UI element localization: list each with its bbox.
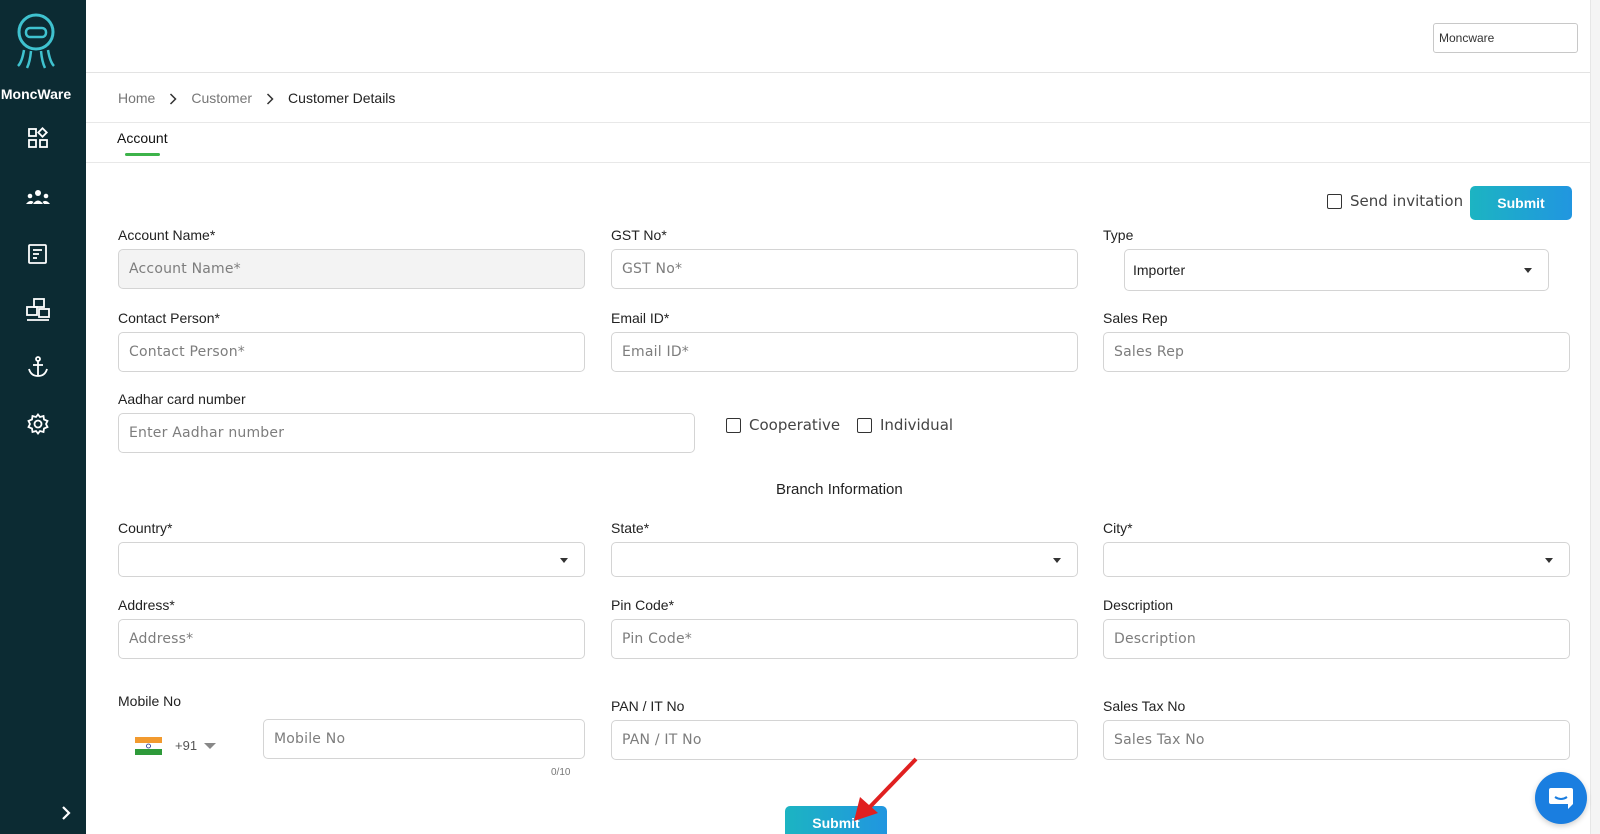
- account-name-field[interactable]: [118, 249, 585, 289]
- breadcrumb-customer[interactable]: Customer: [191, 90, 252, 106]
- india-flag-icon[interactable]: [135, 737, 162, 755]
- tab-active-indicator: [125, 153, 160, 156]
- type-select[interactable]: Importer: [1124, 249, 1549, 291]
- logo[interactable]: MoncWare: [0, 8, 86, 102]
- send-invitation-checkbox[interactable]: [1327, 194, 1342, 209]
- state-select[interactable]: [611, 542, 1078, 577]
- anchor-icon[interactable]: [24, 353, 52, 381]
- breadcrumb-home[interactable]: Home: [118, 90, 155, 106]
- gear-icon[interactable]: [24, 410, 52, 438]
- description-label: Description: [1103, 597, 1174, 613]
- sales-rep-label: Sales Rep: [1103, 310, 1168, 326]
- dial-code[interactable]: +91: [175, 738, 197, 753]
- chevron-down-icon[interactable]: [204, 743, 216, 749]
- state-label: State*: [611, 520, 650, 536]
- divider: [86, 122, 1590, 123]
- type-label: Type: [1103, 227, 1134, 243]
- mobile-no-field[interactable]: [263, 719, 585, 759]
- top-bar: AS: [86, 0, 1600, 73]
- pan-field[interactable]: [611, 720, 1078, 760]
- type-value: Importer: [1133, 262, 1186, 278]
- annotation-arrow-icon: [854, 757, 918, 821]
- contact-person-field[interactable]: [118, 332, 585, 372]
- send-invitation-label: Send invitation: [1350, 192, 1464, 210]
- submit-button-top[interactable]: Submit: [1470, 186, 1572, 220]
- chat-button[interactable]: [1535, 772, 1587, 824]
- chevron-down-icon: [1545, 558, 1553, 563]
- chevron-down-icon: [1053, 558, 1061, 563]
- aadhar-label: Aadhar card number: [118, 391, 246, 407]
- account-name-label: Account Name*: [118, 227, 216, 243]
- mobile-no-label: Mobile No: [118, 693, 182, 709]
- breadcrumb: Home Customer Customer Details: [118, 88, 395, 108]
- gst-no-label: GST No*: [611, 227, 667, 243]
- city-label: City*: [1103, 520, 1133, 536]
- dashboard-icon[interactable]: [24, 124, 52, 152]
- organization-input[interactable]: [1433, 23, 1578, 53]
- city-select[interactable]: [1103, 542, 1570, 577]
- sales-tax-field[interactable]: [1103, 720, 1570, 760]
- chevron-right-icon: [169, 92, 177, 105]
- sales-tax-label: Sales Tax No: [1103, 698, 1186, 714]
- report-icon[interactable]: [24, 240, 52, 268]
- email-id-label: Email ID*: [611, 310, 670, 326]
- address-field[interactable]: [118, 619, 585, 659]
- pin-code-field[interactable]: [611, 619, 1078, 659]
- contact-person-label: Contact Person*: [118, 310, 220, 326]
- country-label: Country*: [118, 520, 173, 536]
- email-id-field[interactable]: [611, 332, 1078, 372]
- chevron-right-icon: [266, 92, 274, 105]
- tab-account[interactable]: Account: [117, 130, 168, 146]
- logo-icon: [17, 13, 55, 69]
- mobile-char-counter: 0/10: [551, 767, 571, 778]
- divider: [86, 162, 1590, 163]
- shipments-icon[interactable]: [24, 296, 52, 324]
- logo-text: MoncWare: [0, 86, 72, 102]
- sales-rep-field[interactable]: [1103, 332, 1570, 372]
- users-icon[interactable]: [24, 183, 52, 211]
- chevron-right-icon[interactable]: [58, 803, 74, 823]
- breadcrumb-current: Customer Details: [288, 90, 396, 106]
- branch-information-title: Branch Information: [776, 481, 903, 498]
- pin-code-label: Pin Code*: [611, 597, 675, 613]
- cooperative-checkbox[interactable]: [726, 418, 741, 433]
- sidebar: MoncWare: [0, 0, 86, 834]
- cooperative-label: Cooperative: [749, 416, 841, 434]
- description-field[interactable]: [1103, 619, 1570, 659]
- individual-checkbox[interactable]: [857, 418, 872, 433]
- scrollbar[interactable]: [1590, 0, 1600, 834]
- aadhar-field[interactable]: [118, 413, 695, 453]
- individual-label: Individual: [880, 416, 954, 434]
- pan-label: PAN / IT No: [611, 698, 685, 714]
- gst-no-field[interactable]: [611, 249, 1078, 289]
- chevron-down-icon: [1524, 268, 1532, 273]
- address-label: Address*: [118, 597, 175, 613]
- chevron-down-icon: [560, 558, 568, 563]
- chat-icon: [1549, 788, 1573, 809]
- country-select[interactable]: [118, 542, 585, 577]
